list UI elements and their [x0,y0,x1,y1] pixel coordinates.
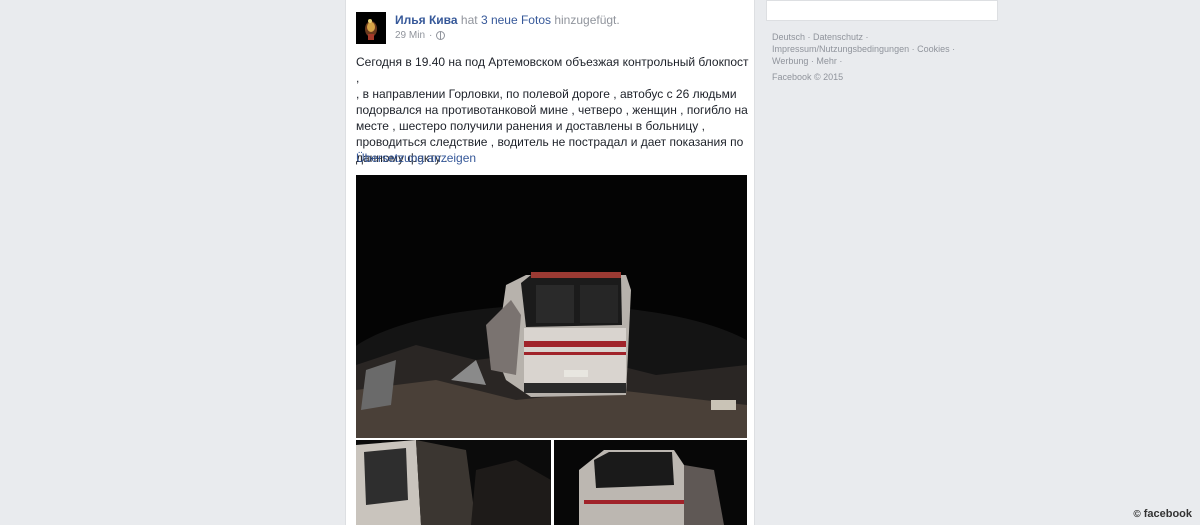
post-time[interactable]: 29 Min [395,30,425,41]
author-name[interactable]: Илья Кива [395,13,458,27]
image-credit: © facebook [1133,508,1192,520]
footer-line-languages[interactable]: Deutsch · Datenschutz · [772,31,1002,43]
post-text-line: месте , шестеро получили ранения и доста… [356,119,705,133]
avatar[interactable] [356,12,386,44]
post-text-line: Сегодня в 19.40 на под Артемовском объез… [356,55,749,85]
globe-icon[interactable] [436,31,446,40]
show-translation-link[interactable]: Übersetzung anzeigen [356,151,476,165]
post-text: Сегодня в 19.40 на под Артемовском объез… [356,54,751,166]
separator-dot: · [429,30,433,41]
footer-copyright: Facebook © 2015 [772,72,844,82]
credit-text: facebook [1143,508,1192,520]
post-meta: 29 Min · [395,30,446,41]
footer-line-more[interactable]: Werbung · Mehr · [772,55,1002,67]
copyright-icon: © [1133,508,1141,520]
facebook-post: Илья Кива hat 3 neue Fotos hinzugefügt. … [345,0,755,525]
action-suffix: hinzugefügt. [554,13,620,27]
photo-thumbnail[interactable] [356,440,551,525]
post-text-line: проводиться следствие , водитель не пост… [356,135,744,149]
post-header: Илья Кива hat 3 neue Fotos hinzugefügt. [395,13,620,27]
post-text-line: подорвался на противотанковой мине , чет… [356,103,748,117]
action-prefix: hat [460,13,478,27]
footer-links: Deutsch · Datenschutz · Impressum/Nutzun… [772,31,1002,83]
footer-line-legal[interactable]: Impressum/Nutzungsbedingungen · Cookies … [772,43,1002,55]
photo-main[interactable] [356,175,747,438]
photo-thumbnail[interactable] [554,440,747,525]
photos-link[interactable]: 3 neue Fotos [481,13,551,27]
sidebar-box [766,0,998,21]
post-text-line: , в направлении Горловки, по полевой дор… [356,87,737,101]
